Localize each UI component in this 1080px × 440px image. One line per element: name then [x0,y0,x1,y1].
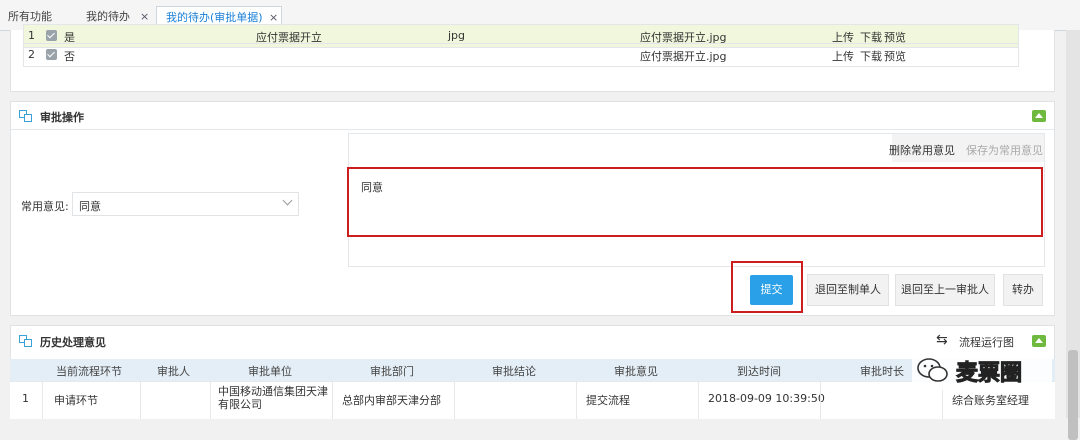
delete-common-button[interactable]: 删除常用意见 [889,142,955,158]
file-name: 应付票据开立.jpg [640,50,727,63]
row-index: 1 [22,392,29,405]
tab-label: 我的待办 [86,10,130,23]
checkbox[interactable] [46,49,57,60]
arrival-cell: 2018-09-09 10:39:50 [708,392,825,405]
scrollbar[interactable] [1066,30,1080,440]
step-cell: 申请环节 [54,394,98,407]
required-flag: 否 [64,50,75,63]
table-row[interactable]: 2 否 应付票据开立.jpg 上传 下载 预览 [23,43,1019,67]
divider [11,129,1054,130]
return-to-maker-button[interactable]: 退回至制单人 [807,274,889,306]
watermark-text: 麦票圈 [955,361,1023,387]
column-header: 审批人 [157,365,190,378]
tab-label: 所有功能 [8,10,52,23]
panel-title: 历史处理意见 [40,336,106,349]
copy-icon [19,335,33,347]
column-header: 审批意见 [614,365,658,378]
history-table-header: 当前流程环节 审批人 审批单位 审批部门 审批结论 审批意见 到达时间 审批时长 [10,359,1055,381]
dept-cell: 总部内审部天津分部 [342,394,441,407]
wechat-icon [917,358,948,382]
copy-icon [19,110,33,122]
attachments-panel: 1 是 应付票据开立 jpg 应付票据开立.jpg 上传 下载 预览 2 否 应… [10,24,1055,92]
column-header: 当前流程环节 [56,365,122,378]
save-common-button[interactable]: 保存为常用意见 [966,142,1043,158]
checkbox[interactable] [46,30,57,41]
column-header: 审批单位 [248,365,292,378]
row-index: 1 [28,29,35,42]
scroll-thumb[interactable] [1068,350,1078,440]
attachment-ext: jpg [448,29,466,42]
flow-chart-icon[interactable]: ⇆ [936,332,948,348]
opinion-text: 同意 [361,181,383,194]
download-link[interactable]: 下载 [860,48,882,64]
upload-link[interactable]: 上传 [832,48,854,64]
column-header: 审批结论 [492,365,536,378]
approval-panel: 审批操作 常用意见: 同意 删除常用意见 保存为常用意见 同意 提交 退回至制单… [10,101,1055,316]
return-to-previous-button[interactable]: 退回至上一审批人 [895,274,995,306]
submit-button[interactable]: 提交 [750,275,793,305]
table-row[interactable]: 1 申请环节 中国移动通信集团天津有限公司 总部内审部天津分部 提交流程 201… [10,381,1055,419]
panel-title: 审批操作 [40,111,84,124]
unit-cell: 中国移动通信集团天津有限公司 [218,385,328,411]
common-opinion-select[interactable]: 同意 [72,192,299,216]
column-header: 审批部门 [370,365,414,378]
preview-link[interactable]: 预览 [884,48,906,64]
role-cell: 综合账务室经理 [952,394,1029,407]
common-opinion-label: 常用意见: [21,200,69,213]
selected-value: 同意 [79,200,101,213]
watermark: 麦票圈 [912,350,1052,390]
flow-chart-link[interactable]: 流程运行图 [959,334,1014,350]
collapse-icon[interactable] [1032,110,1046,122]
column-header: 到达时间 [737,365,781,378]
row-index: 2 [28,48,35,61]
transfer-button[interactable]: 转办 [1003,274,1043,306]
chevron-down-icon [282,195,293,206]
opinion-cell: 提交流程 [586,394,630,407]
collapse-icon[interactable] [1032,335,1046,347]
column-header: 审批时长 [860,365,904,378]
tab-label: 我的待办(审批单据) [166,11,263,24]
opinion-textarea[interactable]: 同意 [347,167,1043,237]
